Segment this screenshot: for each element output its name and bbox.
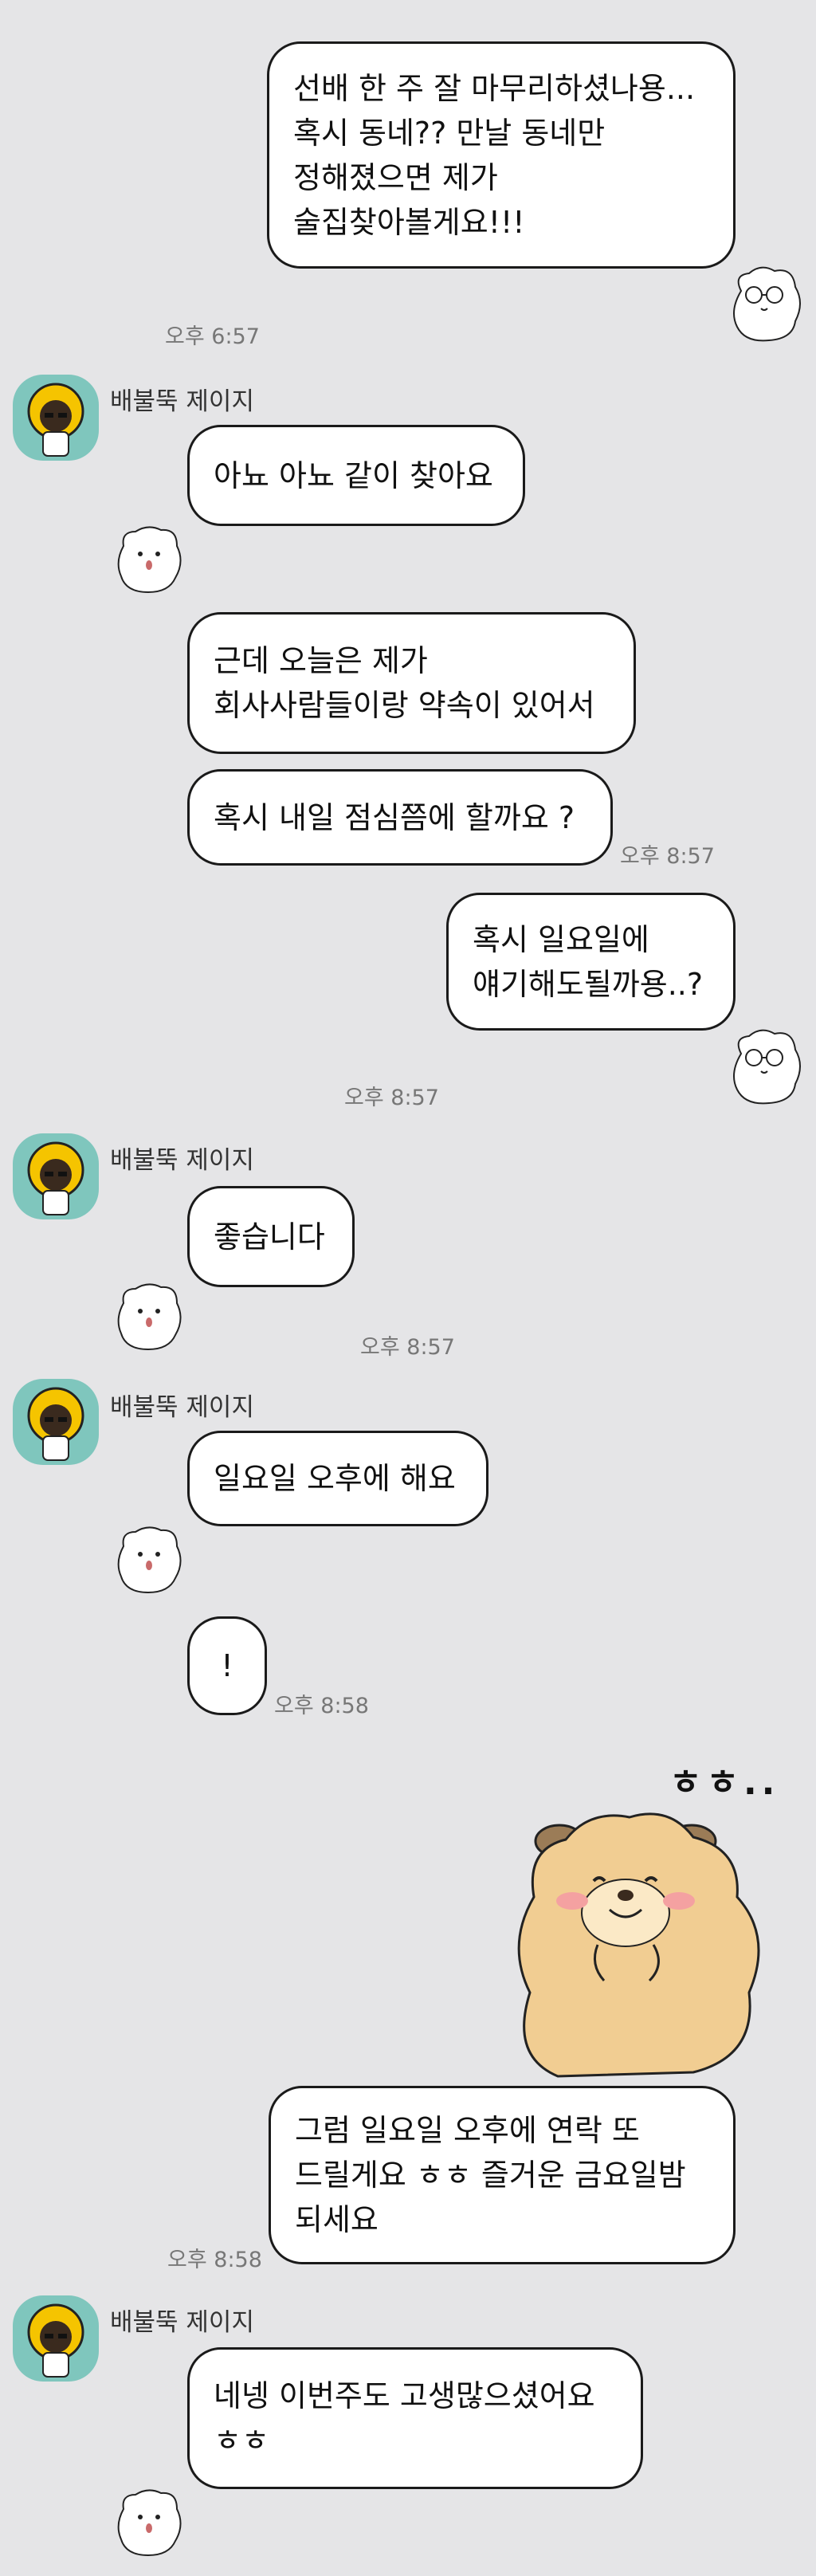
contact-name: 배불뚝 제이지: [110, 2308, 254, 2337]
message-bubble[interactable]: 혹시 일요일에 얘기해도될까용..?: [446, 893, 736, 1031]
hamster-emoji-icon: [117, 2489, 182, 2557]
yellow-haired-character-avatar-icon: [27, 1141, 84, 1215]
message-text: 네넹 이번주도 고생많으셨어요 ㅎㅎ: [214, 2378, 595, 2458]
message-time: 오후 8:58: [274, 1694, 369, 1718]
message-time: 오후 8:57: [620, 844, 715, 869]
contact-avatar[interactable]: [13, 375, 99, 461]
contact-avatar[interactable]: [13, 1133, 99, 1219]
message-text: 좋습니다: [214, 1219, 325, 1255]
message-bubble[interactable]: 근데 오늘은 제가 회사사람들이랑 약속이 있어서: [187, 612, 636, 754]
message-bubble[interactable]: 그럼 일요일 오후에 연락 또 드릴게요 ㅎㅎ 즐거운 금요일밤 되세요: [269, 2086, 736, 2264]
yellow-haired-character-avatar-icon: [27, 383, 84, 457]
alpaca-blushing-icon: [517, 1812, 760, 2078]
message-time: 오후 8:57: [360, 1335, 455, 1360]
contact-name: 배불뚝 제이지: [110, 1393, 254, 1422]
hamster-glasses-emoji-icon: [733, 1029, 801, 1105]
message-bubble[interactable]: 일요일 오후에 해요: [187, 1431, 488, 1526]
message-text: 아뇨 아뇨 같이 찾아요: [214, 457, 493, 493]
message-text: 선배 한 주 잘 마무리하셨나용... 혹시 동네?? 만날 동네만 정해졌으면…: [293, 70, 696, 240]
message-time: 오후 8:57: [344, 1086, 439, 1110]
contact-avatar[interactable]: [13, 1379, 99, 1465]
hamster-emoji-icon: [117, 1526, 182, 1594]
message-time: 오후 8:58: [167, 2248, 262, 2272]
message-bubble[interactable]: 선배 한 주 잘 마무리하셨나용... 혹시 동네?? 만날 동네만 정해졌으면…: [267, 41, 736, 269]
hamster-glasses-emoji-icon: [733, 266, 801, 342]
message-bubble[interactable]: 혹시 내일 점심쯤에 할까요 ?: [187, 769, 613, 866]
message-text: 근데 오늘은 제가 회사사람들이랑 약속이 있어서: [214, 643, 595, 723]
yellow-haired-character-avatar-icon: [27, 2303, 84, 2378]
hamster-emoji-icon: [117, 526, 182, 594]
message-bubble[interactable]: !: [187, 1616, 267, 1715]
yellow-haired-character-avatar-icon: [27, 1387, 84, 1461]
hamster-emoji-icon: [117, 1283, 182, 1351]
message-text: !: [221, 1648, 233, 1683]
message-text: 혹시 내일 점심쯤에 할까요 ?: [214, 799, 575, 835]
message-text: 혹시 일요일에 얘기해도될까용..?: [473, 921, 704, 1002]
alpaca-blushing-sticker[interactable]: ㅎㅎ..: [510, 1753, 805, 2080]
message-time: 오후 6:57: [165, 324, 260, 349]
contact-name: 배불뚝 제이지: [110, 1146, 254, 1175]
message-text: 일요일 오후에 해요: [214, 1461, 456, 1496]
contact-name: 배불뚝 제이지: [110, 387, 254, 416]
message-bubble[interactable]: 아뇨 아뇨 같이 찾아요: [187, 425, 525, 526]
message-text: 그럼 일요일 오후에 연락 또 드릴게요 ㅎㅎ 즐거운 금요일밤 되세요: [295, 2113, 686, 2237]
contact-avatar[interactable]: [13, 2295, 99, 2382]
message-bubble[interactable]: 네넹 이번주도 고생많으셨어요 ㅎㅎ: [187, 2347, 643, 2489]
message-bubble[interactable]: 좋습니다: [187, 1186, 355, 1287]
